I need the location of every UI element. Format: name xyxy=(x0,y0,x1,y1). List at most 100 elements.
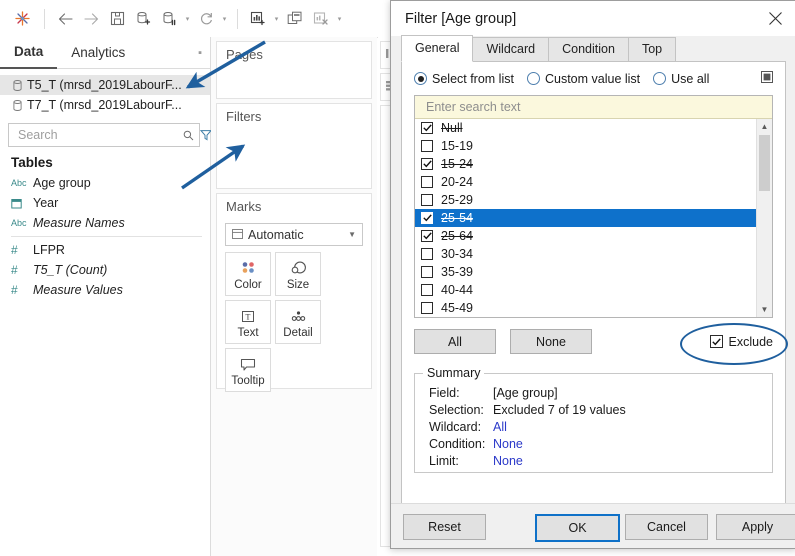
tab-data[interactable]: Data xyxy=(0,37,58,69)
search-box[interactable] xyxy=(8,123,200,147)
search-input[interactable] xyxy=(16,127,181,143)
pages-card[interactable]: Pages xyxy=(216,41,372,99)
list-item[interactable]: 15-24 xyxy=(415,155,756,173)
new-data-source-button[interactable] xyxy=(130,7,156,31)
checkbox-icon[interactable] xyxy=(421,302,433,314)
checkbox-icon[interactable] xyxy=(421,194,433,206)
checkbox-checked-icon[interactable] xyxy=(421,158,433,170)
clear-sheet-button[interactable] xyxy=(308,7,334,31)
marks-size-button[interactable]: Size xyxy=(275,252,321,296)
exclude-control[interactable]: Exclude xyxy=(679,322,788,365)
select-none-button[interactable]: None xyxy=(510,329,592,354)
tab-top[interactable]: Top xyxy=(627,37,677,61)
marks-type-dropdown[interactable]: Automatic ▼ xyxy=(225,223,363,246)
checkbox-icon[interactable] xyxy=(421,248,433,260)
forward-button[interactable] xyxy=(78,7,104,31)
filter-mode-radio-group: Select from list Custom value list Use a… xyxy=(402,62,785,95)
list-item[interactable]: 30-34 xyxy=(415,245,756,263)
tooltip-bubble-icon xyxy=(239,354,257,375)
checkbox-icon[interactable] xyxy=(421,266,433,278)
chevron-down-icon[interactable]: ▼ xyxy=(348,230,359,239)
list-item[interactable]: 40-44 xyxy=(415,281,756,299)
summary-value[interactable]: None xyxy=(493,453,523,470)
list-item[interactable]: 25-64 xyxy=(415,227,756,245)
radio-custom-value-list[interactable]: Custom value list xyxy=(526,72,640,86)
marks-type-icon xyxy=(232,228,243,242)
list-item-label: 25-64 xyxy=(441,229,473,243)
list-item-label: 15-19 xyxy=(441,139,473,153)
ok-button[interactable]: OK xyxy=(535,514,620,542)
scroll-up-icon[interactable]: ▲ xyxy=(757,119,772,134)
listbox-search[interactable] xyxy=(415,96,772,119)
checkbox-icon[interactable] xyxy=(421,284,433,296)
checkbox-checked-icon[interactable] xyxy=(709,335,723,348)
data-source-label: T7_T (mrsd_2019LabourF... xyxy=(27,98,182,112)
select-all-button[interactable]: All xyxy=(414,329,496,354)
refresh-caret-icon[interactable]: ▾ xyxy=(219,7,230,31)
pause-data-updates-caret-icon[interactable]: ▾ xyxy=(182,7,193,31)
toolbar-divider-2 xyxy=(237,8,238,29)
checkbox-icon[interactable] xyxy=(421,176,433,188)
save-button[interactable] xyxy=(104,7,130,31)
checkbox-icon[interactable] xyxy=(421,140,433,152)
summary-value: Excluded 7 of 19 values xyxy=(493,403,626,417)
duplicate-sheet-button[interactable] xyxy=(282,7,308,31)
new-worksheet-caret-icon[interactable]: ▾ xyxy=(271,7,282,31)
scroll-down-icon[interactable]: ▼ xyxy=(757,302,772,317)
list-item[interactable]: Null xyxy=(415,119,756,137)
tab-analytics[interactable]: Analytics xyxy=(57,38,139,68)
field-measure-names[interactable]: Abc Measure Names xyxy=(0,213,210,233)
data-source-item-t7[interactable]: T7_T (mrsd_2019LabourF... xyxy=(0,95,210,115)
summary-value[interactable]: None xyxy=(493,436,523,453)
listbox-scrollbar[interactable]: ▲ ▼ xyxy=(756,119,772,317)
field-lfpr[interactable]: # LFPR xyxy=(0,240,210,260)
tables-heading: Tables xyxy=(11,155,53,170)
radio-select-from-list[interactable]: Select from list xyxy=(414,72,514,86)
tab-general[interactable]: General xyxy=(401,35,474,62)
scrollbar-thumb[interactable] xyxy=(759,135,770,191)
abc-type-icon: Abc xyxy=(11,218,27,228)
search-icon[interactable] xyxy=(181,124,195,146)
list-item[interactable]: 25-29 xyxy=(415,191,756,209)
abc-type-icon: Abc xyxy=(11,178,27,188)
marks-color-button[interactable]: Color xyxy=(225,252,271,296)
list-item[interactable]: 20-24 xyxy=(415,173,756,191)
refresh-data-source-button[interactable] xyxy=(193,7,219,31)
data-source-item-t5[interactable]: T5_T (mrsd_2019LabourF... xyxy=(0,75,210,95)
marks-detail-button[interactable]: Detail xyxy=(275,300,321,344)
summary-row-condition: Condition: None xyxy=(415,436,772,453)
list-options-icon[interactable] xyxy=(761,71,773,86)
tab-wildcard[interactable]: Wildcard xyxy=(472,37,550,61)
radio-use-all[interactable]: Use all xyxy=(653,72,709,86)
checkbox-checked-icon[interactable] xyxy=(421,122,433,134)
marks-text-button[interactable]: T Text xyxy=(225,300,271,344)
field-year[interactable]: Year xyxy=(0,193,210,213)
list-item-label: 45-49 xyxy=(441,301,473,315)
field-t5t-count[interactable]: # T5_T (Count) xyxy=(0,260,210,280)
listbox-search-input[interactable] xyxy=(424,99,742,115)
summary-value[interactable]: All xyxy=(493,419,507,436)
field-measure-values[interactable]: # Measure Values xyxy=(0,280,210,300)
new-worksheet-button[interactable] xyxy=(245,7,271,31)
field-list-dimensions: Abc Age group Year Abc Measure Names xyxy=(0,173,210,233)
cancel-button[interactable]: Cancel xyxy=(625,514,708,540)
back-button[interactable] xyxy=(52,7,78,31)
reset-button[interactable]: Reset xyxy=(403,514,486,540)
data-pane-menu-icon[interactable]: ▪ xyxy=(198,47,202,59)
tableau-logo-icon[interactable] xyxy=(7,7,37,31)
field-age-group[interactable]: Abc Age group xyxy=(0,173,210,193)
list-item[interactable]: 15-19 xyxy=(415,137,756,155)
clear-sheet-caret-icon[interactable]: ▾ xyxy=(334,7,345,31)
apply-button[interactable]: Apply xyxy=(716,514,795,540)
list-item[interactable]: 35-39 xyxy=(415,263,756,281)
filters-card[interactable]: Filters xyxy=(216,103,372,189)
pause-data-updates-button[interactable] xyxy=(156,7,182,31)
radio-icon xyxy=(653,72,667,85)
marks-tooltip-button[interactable]: Tooltip xyxy=(225,348,271,392)
list-item-selected[interactable]: 25-54 xyxy=(415,209,756,227)
tab-condition[interactable]: Condition xyxy=(548,37,629,61)
close-icon[interactable] xyxy=(754,2,795,36)
checkbox-checked-icon[interactable] xyxy=(421,212,433,224)
list-item[interactable]: 45-49 xyxy=(415,299,756,317)
checkbox-checked-icon[interactable] xyxy=(421,230,433,242)
